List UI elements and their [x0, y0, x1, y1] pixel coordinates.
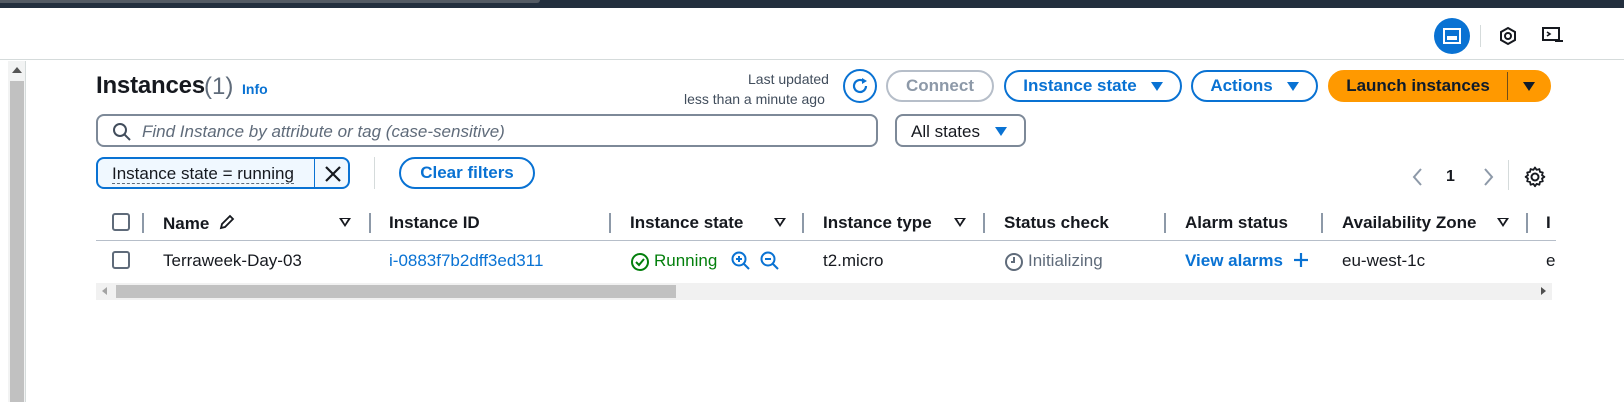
instance-state-button[interactable]: Instance state [1004, 70, 1182, 102]
column-header-truncated[interactable]: I [1546, 213, 1551, 233]
zoom-out-icon[interactable] [759, 250, 781, 272]
filter-token[interactable]: Instance state = running [96, 157, 350, 189]
sort-icon[interactable] [954, 218, 966, 227]
launch-instances-button[interactable]: Launch instances [1328, 70, 1508, 102]
caret-down-icon [1286, 81, 1299, 91]
column-header-status-check[interactable]: Status check [1004, 213, 1109, 233]
column-header-availability-zone[interactable]: Availability Zone [1342, 213, 1476, 233]
column-separator [983, 213, 985, 233]
instance-state-value: Running [654, 251, 718, 270]
sort-icon[interactable] [339, 218, 351, 227]
row-checkbox[interactable] [112, 251, 130, 269]
terminal-feedback-icon[interactable] [1534, 18, 1570, 54]
panel-layout-icon[interactable] [1434, 18, 1470, 54]
sort-icon[interactable] [1497, 218, 1509, 227]
refresh-icon [852, 78, 868, 94]
last-updated-time: less than a minute ago [684, 91, 825, 107]
table-header-row: Name Instance ID Instance state Instance… [96, 205, 1556, 241]
state-filter-select[interactable]: All states [895, 114, 1026, 147]
page-number[interactable]: 1 [1446, 168, 1455, 186]
cell-truncated: e [1546, 251, 1556, 270]
sort-icon[interactable] [774, 218, 786, 227]
actions-label: Actions [1210, 76, 1273, 95]
filter-separator [374, 157, 375, 189]
connect-button[interactable]: Connect [886, 70, 994, 102]
horizontal-scroll-thumb[interactable] [116, 285, 676, 298]
cell-availability-zone: eu-west-1c [1342, 251, 1426, 270]
split-divider [1507, 72, 1508, 100]
pager-separator [1508, 160, 1509, 190]
gear-icon[interactable] [1523, 165, 1547, 189]
horizontal-scrollbar[interactable] [96, 283, 1552, 300]
caret-down-icon [1150, 81, 1163, 91]
column-header-name[interactable]: Name [163, 213, 236, 234]
last-updated-label: Last updated [748, 71, 829, 87]
search-icon [113, 123, 131, 141]
search-input[interactable]: Find Instance by attribute or tag (case-… [96, 114, 878, 147]
check-circle-icon [631, 253, 649, 271]
browser-top-bar [0, 0, 1624, 8]
scroll-right-icon[interactable] [1541, 287, 1546, 295]
column-separator [1164, 213, 1166, 233]
instance-count: (1) [204, 73, 234, 100]
column-header-instance-id[interactable]: Instance ID [389, 213, 480, 233]
refresh-button[interactable] [843, 69, 877, 103]
column-separator [369, 213, 371, 233]
column-header-alarm-status[interactable]: Alarm status [1185, 213, 1288, 233]
column-separator [609, 213, 611, 233]
cell-name: Terraweek-Day-03 [163, 251, 302, 270]
actions-button[interactable]: Actions [1191, 70, 1318, 102]
scroll-up-icon[interactable] [12, 67, 22, 73]
close-icon[interactable] [322, 163, 344, 185]
edit-pencil-icon [219, 214, 235, 230]
console-toolstrip [0, 8, 1624, 60]
launch-dropdown-button[interactable] [1507, 70, 1551, 102]
instance-state-label: Instance state [1023, 76, 1137, 95]
clear-filters-button[interactable]: Clear filters [399, 157, 535, 189]
filter-token-label: Instance state = running [112, 164, 294, 184]
toolstrip-separator [1480, 25, 1481, 47]
chevron-left-icon[interactable] [1410, 166, 1426, 188]
vertical-scrollbar[interactable] [8, 61, 26, 402]
select-all-checkbox[interactable] [112, 213, 130, 231]
instance-id-link[interactable]: i-0883f7b2dff3ed311 [389, 251, 543, 271]
cell-instance-type: t2.micro [823, 251, 884, 270]
zoom-in-icon[interactable] [730, 250, 752, 272]
column-separator [1321, 213, 1323, 233]
page-title: Instances [96, 72, 205, 99]
scroll-left-icon[interactable] [102, 287, 107, 295]
caret-down-icon [1523, 81, 1535, 91]
column-header-instance-type[interactable]: Instance type [823, 213, 932, 233]
cloudshell-hex-icon[interactable] [1490, 18, 1526, 54]
clock-icon [1005, 253, 1023, 271]
table-row[interactable]: Terraweek-Day-03 i-0883f7b2dff3ed311 Run… [96, 242, 1556, 280]
view-alarms-link[interactable]: View alarms [1185, 251, 1309, 271]
info-link[interactable]: Info [242, 81, 268, 97]
view-alarms-label: View alarms [1185, 251, 1283, 270]
search-placeholder: Find Instance by attribute or tag (case-… [142, 122, 505, 141]
column-header-instance-state[interactable]: Instance state [630, 213, 743, 233]
tab-indicator [0, 0, 540, 3]
column-separator [1526, 213, 1528, 233]
state-filter-value: All states [911, 122, 980, 141]
status-check-value: Initializing [1028, 251, 1103, 270]
token-divider [314, 159, 315, 187]
column-separator [802, 213, 804, 233]
scroll-thumb[interactable] [10, 81, 24, 402]
chevron-right-icon[interactable] [1480, 166, 1496, 188]
caret-down-icon [995, 127, 1007, 136]
plus-icon [1293, 253, 1308, 267]
column-separator [142, 213, 144, 233]
column-label: Name [163, 214, 210, 233]
